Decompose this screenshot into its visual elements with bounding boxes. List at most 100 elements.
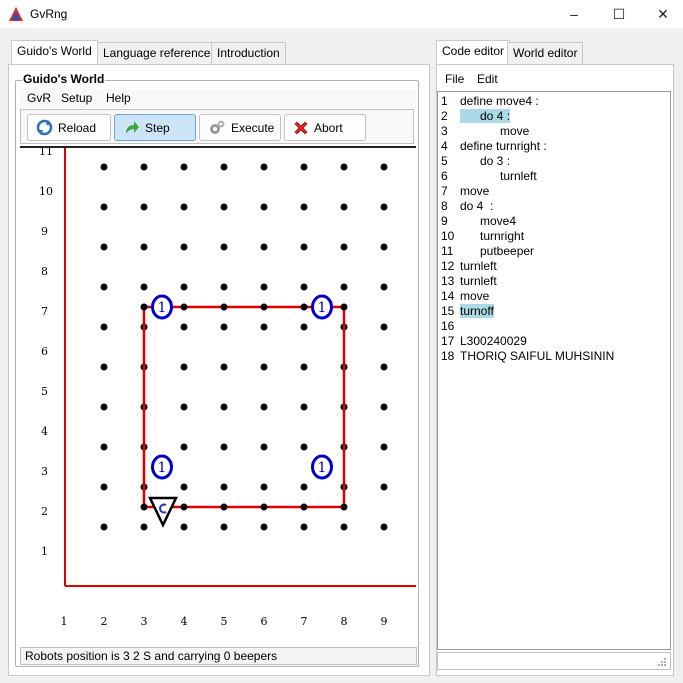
corner-dot <box>100 443 108 451</box>
x-axis-label: 9 <box>381 615 388 628</box>
tab-world-editor[interactable]: World editor <box>507 42 584 64</box>
beeper-count: 1 <box>158 460 167 476</box>
code-text-area[interactable]: define move4 : do 4 : move define turnrig… <box>460 94 670 364</box>
tab-language-reference[interactable]: Language reference <box>97 42 217 64</box>
tab-code-editor[interactable]: Code editor <box>436 40 511 65</box>
minimize-button[interactable]: – <box>551 0 597 28</box>
corner-dot <box>100 483 108 491</box>
line-number-gutter: 1 2 3 4 5 6 7 8 9 10 11 12 13 14 15 16 17 18 <box>438 94 460 364</box>
tab-guidos-world[interactable]: Guido's World <box>11 40 98 65</box>
resize-grip-icon[interactable] <box>657 657 667 667</box>
line-number: 6 <box>441 169 448 183</box>
corner-dot <box>220 443 228 451</box>
corner-dot <box>340 523 348 531</box>
code-line-text: move <box>460 184 490 198</box>
menu-setup[interactable]: Setup <box>61 91 92 105</box>
menu-edit[interactable]: Edit <box>477 72 498 86</box>
line-number: 5 <box>441 154 448 168</box>
corner-dot <box>220 243 228 251</box>
line-number: 1 <box>441 94 448 108</box>
code-line[interactable]: putbeeper <box>460 244 670 259</box>
reload-button[interactable]: Reload <box>27 114 111 141</box>
line-number: 2 <box>441 109 448 123</box>
corner-dot <box>220 483 228 491</box>
code-line[interactable]: move <box>460 184 670 199</box>
maximize-button[interactable]: ☐ <box>596 0 642 28</box>
y-axis-label: 8 <box>41 265 48 278</box>
y-axis-label: 2 <box>41 505 48 518</box>
corner-dot <box>300 503 308 511</box>
code-line-text: turnleft <box>460 259 497 273</box>
code-line[interactable]: move <box>460 289 670 304</box>
menu-file[interactable]: File <box>445 72 464 86</box>
code-line-text: define turnright : <box>460 139 547 153</box>
code-line[interactable]: turnleft <box>460 259 670 274</box>
corner-dot <box>100 243 108 251</box>
world-menubar: GvR Setup Help <box>20 89 416 108</box>
code-line[interactable]: define move4 : <box>460 94 670 109</box>
corner-dot <box>140 163 148 171</box>
corner-dot <box>340 243 348 251</box>
code-line[interactable]: THORIQ SAIFUL MUHSININ <box>460 349 670 364</box>
corner-dot <box>300 323 308 331</box>
editor-menubar: File Edit <box>437 70 671 89</box>
y-axis-label: 4 <box>41 425 48 438</box>
corner-dot <box>380 523 388 531</box>
code-line[interactable]: turnleft <box>460 274 670 289</box>
abort-label: Abort <box>314 120 343 135</box>
code-line[interactable]: define turnright : <box>460 139 670 154</box>
code-line[interactable]: turnoff <box>460 304 670 319</box>
line-number: 14 <box>441 289 455 303</box>
code-line[interactable]: do 4 : <box>460 199 670 214</box>
code-line-text: turnoff <box>460 304 494 318</box>
line-number: 15 <box>441 304 455 318</box>
code-line-text: L300240029 <box>460 334 527 348</box>
corner-dot <box>140 243 148 251</box>
code-editor[interactable]: 1 2 3 4 5 6 7 8 9 10 11 12 13 14 15 16 17 18 define move4… <box>437 91 671 650</box>
code-line[interactable]: turnleft <box>460 169 670 184</box>
corner-dot <box>260 243 268 251</box>
corner-dot <box>300 283 308 291</box>
code-line[interactable]: L300240029 <box>460 334 670 349</box>
code-line[interactable] <box>460 319 670 334</box>
corner-dot <box>340 163 348 171</box>
line-number: 4 <box>441 139 448 153</box>
y-axis-label: 9 <box>41 225 48 238</box>
abort-button[interactable]: Abort <box>284 114 366 141</box>
corner-dot <box>340 203 348 211</box>
x-axis-label: 1 <box>61 615 68 628</box>
execute-button[interactable]: Execute <box>199 114 281 141</box>
beeper-count: 1 <box>158 300 167 316</box>
corner-dot <box>300 363 308 371</box>
step-label: Step <box>145 120 170 135</box>
line-number: 13 <box>441 274 455 288</box>
close-button[interactable]: ✕ <box>640 0 683 28</box>
menu-help[interactable]: Help <box>106 91 131 105</box>
reload-icon <box>36 119 53 136</box>
line-number: 3 <box>441 124 448 138</box>
code-line[interactable]: do 4 : <box>460 109 670 124</box>
code-line[interactable]: turnright <box>460 229 670 244</box>
corner-dot <box>180 303 188 311</box>
code-line[interactable]: do 3 : <box>460 154 670 169</box>
menu-gvr[interactable]: GvR <box>27 91 51 105</box>
corner-dot <box>300 163 308 171</box>
corner-dot <box>180 243 188 251</box>
y-axis-label: 1 <box>41 545 48 558</box>
corner-dot <box>180 323 188 331</box>
y-axis-label: 3 <box>41 465 48 478</box>
x-axis-label: 5 <box>221 615 228 628</box>
corner-dot <box>180 363 188 371</box>
x-axis-label: 7 <box>301 615 308 628</box>
corner-dot <box>180 483 188 491</box>
corner-dot <box>340 303 348 311</box>
corner-dot <box>140 303 148 311</box>
code-line[interactable]: move <box>460 124 670 139</box>
tab-introduction[interactable]: Introduction <box>211 42 286 64</box>
code-line-text: putbeeper <box>460 244 535 258</box>
corner-dot <box>260 303 268 311</box>
corner-dot <box>300 243 308 251</box>
line-number: 11 <box>441 244 454 258</box>
step-button[interactable]: Step <box>114 114 196 141</box>
code-line[interactable]: move4 <box>460 214 670 229</box>
